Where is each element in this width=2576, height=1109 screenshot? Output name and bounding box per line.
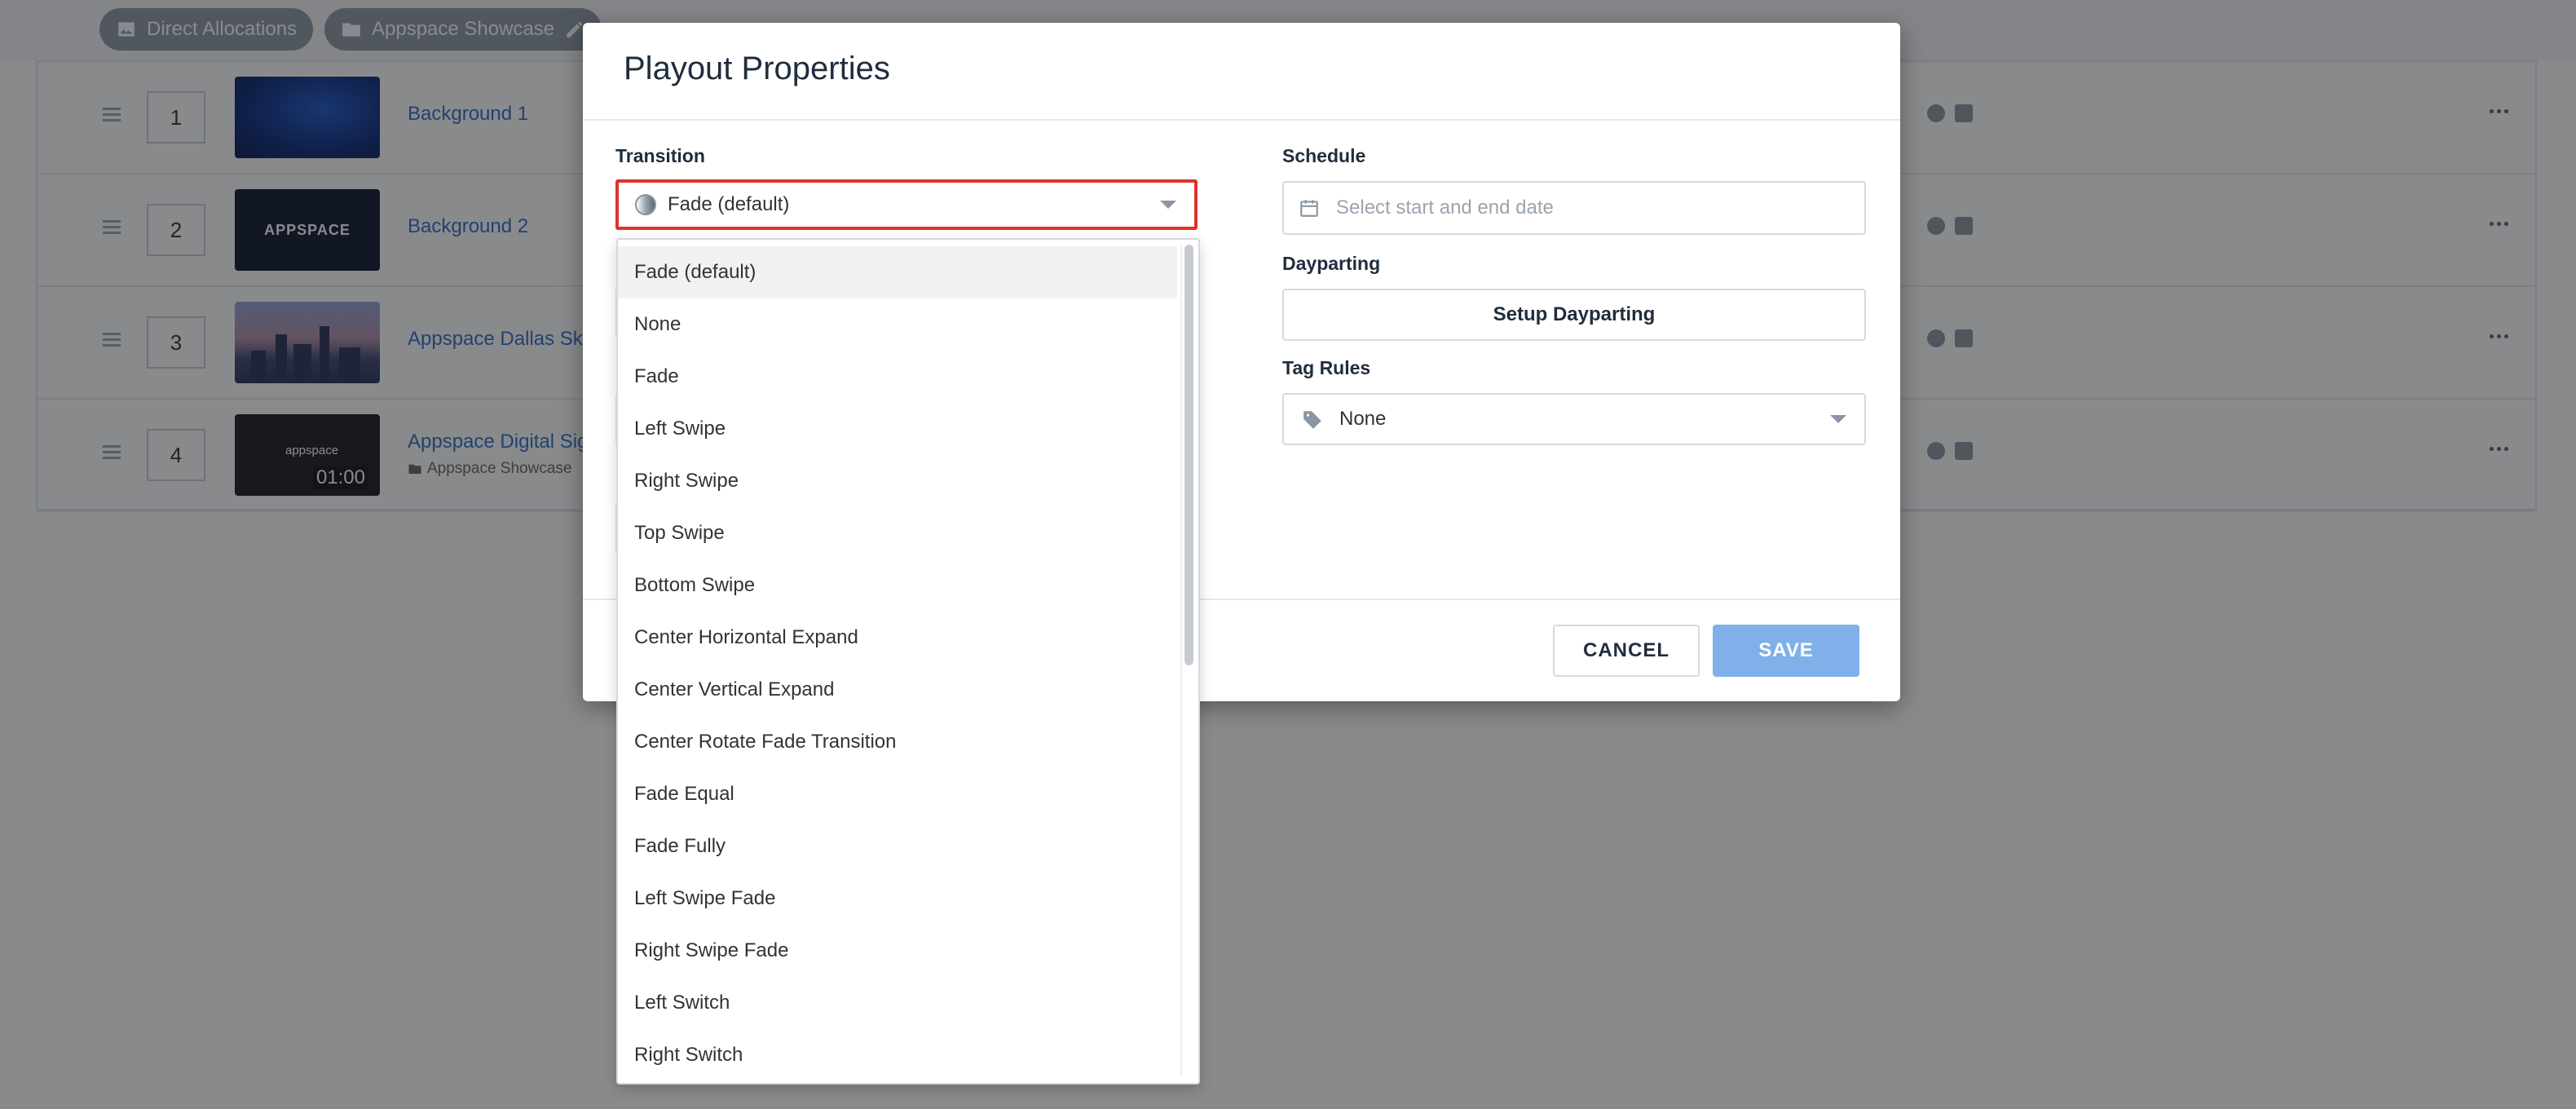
transition-select[interactable]: Fade (default) bbox=[615, 179, 1198, 230]
transition-option[interactable]: Left Swipe bbox=[618, 403, 1177, 455]
tag-rules-value: None bbox=[1339, 408, 1387, 430]
transition-option[interactable]: Fade Equal bbox=[618, 768, 1177, 820]
transition-label: Transition bbox=[615, 145, 705, 166]
transition-option[interactable]: Fade bbox=[618, 351, 1177, 403]
chevron-down-icon bbox=[1160, 201, 1176, 209]
dialog-title: Playout Properties bbox=[624, 51, 890, 86]
transition-option[interactable]: Left Swipe Fade bbox=[618, 873, 1177, 925]
transition-option[interactable]: None bbox=[618, 298, 1177, 351]
tag-rules-select[interactable]: None bbox=[1282, 393, 1866, 445]
fade-transition-icon bbox=[635, 194, 656, 215]
transition-option[interactable]: Fade Fully bbox=[618, 820, 1177, 873]
cancel-button[interactable]: CANCEL bbox=[1553, 625, 1700, 677]
transition-option[interactable]: Center Vertical Expand bbox=[618, 664, 1177, 716]
transition-option[interactable]: Bottom Swipe bbox=[618, 559, 1177, 612]
transition-options-list: Fade (default) None Fade Left Swipe Righ… bbox=[618, 240, 1177, 1081]
transition-option[interactable]: Right Switch bbox=[618, 1029, 1177, 1081]
calendar-icon bbox=[1300, 200, 1318, 217]
tag-rules-label: Tag Rules bbox=[1282, 357, 1371, 378]
transition-option[interactable]: Center Rotate Fade Transition bbox=[618, 716, 1177, 768]
chevron-down-icon bbox=[1830, 415, 1846, 423]
schedule-date-picker[interactable]: Select start and end date bbox=[1282, 181, 1866, 235]
scrollbar-thumb[interactable] bbox=[1184, 245, 1193, 665]
setup-dayparting-button[interactable]: Setup Dayparting bbox=[1282, 289, 1866, 341]
transition-option[interactable]: Fade (default) bbox=[618, 246, 1177, 298]
transition-option[interactable]: Right Swipe bbox=[618, 455, 1177, 507]
transition-option[interactable]: Right Swipe Fade bbox=[618, 925, 1177, 977]
schedule-placeholder: Select start and end date bbox=[1336, 197, 1554, 219]
dayparting-label: Dayparting bbox=[1282, 253, 1381, 274]
dropdown-scrollbar[interactable] bbox=[1180, 245, 1195, 1076]
transition-option[interactable]: Left Switch bbox=[618, 977, 1177, 1029]
transition-option[interactable]: Center Horizontal Expand bbox=[618, 612, 1177, 664]
save-button[interactable]: SAVE bbox=[1713, 625, 1859, 677]
transition-option[interactable]: Top Swipe bbox=[618, 507, 1177, 559]
dialog-header: Playout Properties bbox=[583, 23, 1900, 121]
transition-dropdown-menu: Fade (default) None Fade Left Swipe Righ… bbox=[616, 238, 1200, 1085]
tag-icon bbox=[1303, 411, 1321, 429]
schedule-label: Schedule bbox=[1282, 145, 1366, 166]
transition-selected-value: Fade (default) bbox=[668, 193, 790, 215]
